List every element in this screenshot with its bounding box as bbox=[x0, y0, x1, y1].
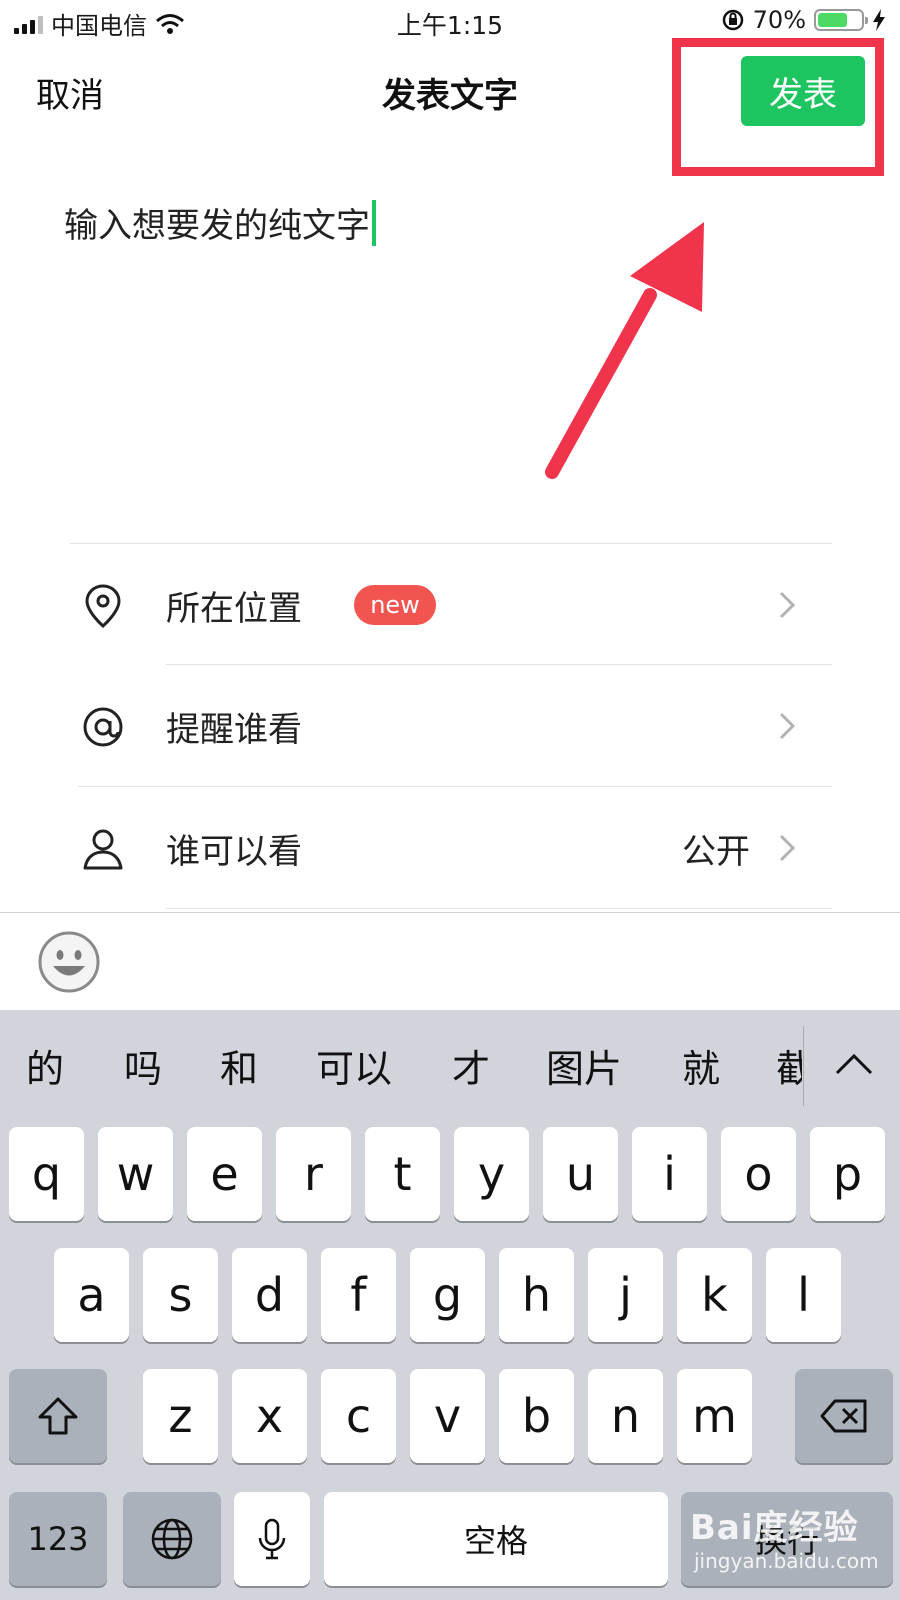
post-text-area[interactable]: 输入想要发的纯文字 bbox=[64, 198, 376, 247]
key-e[interactable]: e bbox=[187, 1127, 262, 1221]
key-b[interactable]: b bbox=[499, 1369, 574, 1463]
shift-arrow-icon bbox=[38, 1397, 78, 1435]
shift-key[interactable] bbox=[9, 1369, 107, 1463]
key-y[interactable]: y bbox=[454, 1127, 529, 1221]
candidate-word[interactable]: 图片 bbox=[546, 1038, 622, 1093]
candidate-divider bbox=[803, 1026, 804, 1106]
space-key[interactable]: 空格 bbox=[324, 1492, 668, 1586]
candidate-word[interactable]: 可以 bbox=[316, 1038, 392, 1093]
globe-icon bbox=[151, 1518, 193, 1560]
key-n[interactable]: n bbox=[588, 1369, 663, 1463]
new-badge: new bbox=[354, 585, 436, 625]
divider bbox=[166, 664, 832, 665]
candidate-word[interactable]: 截 bbox=[776, 1038, 802, 1093]
numbers-key[interactable]: 123 bbox=[9, 1492, 107, 1586]
key-s[interactable]: s bbox=[143, 1248, 218, 1342]
candidate-word[interactable]: 就 bbox=[682, 1038, 720, 1093]
chevron-right-icon bbox=[779, 712, 796, 740]
key-m[interactable]: m bbox=[677, 1369, 752, 1463]
candidate-word[interactable]: 和 bbox=[220, 1038, 258, 1093]
candidate-bar: 的 吗 和 可以 才 图片 就 截 bbox=[0, 1010, 900, 1122]
chevron-right-icon bbox=[779, 834, 796, 862]
option-label: 所在位置 bbox=[166, 589, 302, 629]
pointer-arrow bbox=[545, 222, 704, 479]
key-v[interactable]: v bbox=[410, 1369, 485, 1463]
microphone-icon bbox=[258, 1518, 286, 1560]
option-location[interactable]: 所在位置 new bbox=[0, 545, 900, 665]
key-w[interactable]: w bbox=[98, 1127, 173, 1221]
key-z[interactable]: z bbox=[143, 1369, 218, 1463]
return-key[interactable]: 换行 bbox=[681, 1492, 893, 1586]
backspace-key[interactable] bbox=[795, 1369, 893, 1463]
divider bbox=[166, 908, 832, 909]
chevron-right-icon bbox=[779, 591, 796, 619]
option-label: 谁可以看 bbox=[166, 832, 302, 872]
key-o[interactable]: o bbox=[721, 1127, 796, 1221]
key-l[interactable]: l bbox=[766, 1248, 841, 1342]
post-text: 输入想要发的纯文字 bbox=[64, 206, 370, 246]
key-c[interactable]: c bbox=[321, 1369, 396, 1463]
key-i[interactable]: i bbox=[632, 1127, 707, 1221]
backspace-icon bbox=[820, 1399, 867, 1433]
option-visibility[interactable]: 谁可以看 公开 bbox=[0, 788, 900, 908]
person-icon bbox=[83, 829, 123, 870]
key-k[interactable]: k bbox=[677, 1248, 752, 1342]
chevron-up-icon[interactable] bbox=[834, 1052, 874, 1076]
divider bbox=[70, 543, 832, 544]
key-h[interactable]: h bbox=[499, 1248, 574, 1342]
emoji-toolbar bbox=[0, 912, 900, 1011]
key-u[interactable]: u bbox=[543, 1127, 618, 1221]
mic-key[interactable] bbox=[234, 1492, 310, 1586]
at-sign-icon bbox=[83, 707, 123, 747]
key-g[interactable]: g bbox=[410, 1248, 485, 1342]
key-f[interactable]: f bbox=[321, 1248, 396, 1342]
key-a[interactable]: a bbox=[54, 1248, 129, 1342]
candidate-word[interactable]: 吗 bbox=[124, 1038, 162, 1093]
option-label: 提醒谁看 bbox=[166, 710, 302, 750]
candidate-word[interactable]: 才 bbox=[452, 1038, 490, 1093]
globe-key[interactable] bbox=[123, 1492, 221, 1586]
emoji-face-icon[interactable] bbox=[38, 931, 100, 993]
key-d[interactable]: d bbox=[232, 1248, 307, 1342]
visibility-value: 公开 bbox=[682, 832, 750, 872]
key-j[interactable]: j bbox=[588, 1248, 663, 1342]
key-r[interactable]: r bbox=[276, 1127, 351, 1221]
key-p[interactable]: p bbox=[810, 1127, 885, 1221]
key-t[interactable]: t bbox=[365, 1127, 440, 1221]
text-caret bbox=[372, 199, 376, 246]
key-q[interactable]: q bbox=[9, 1127, 84, 1221]
key-x[interactable]: x bbox=[232, 1369, 307, 1463]
candidate-word[interactable]: 的 bbox=[26, 1038, 64, 1093]
divider bbox=[78, 786, 832, 787]
location-pin-icon bbox=[85, 584, 121, 628]
option-mention[interactable]: 提醒谁看 bbox=[0, 666, 900, 786]
keyboard: 的 吗 和 可以 才 图片 就 截 q w e r t y u i o p a … bbox=[0, 1010, 900, 1600]
